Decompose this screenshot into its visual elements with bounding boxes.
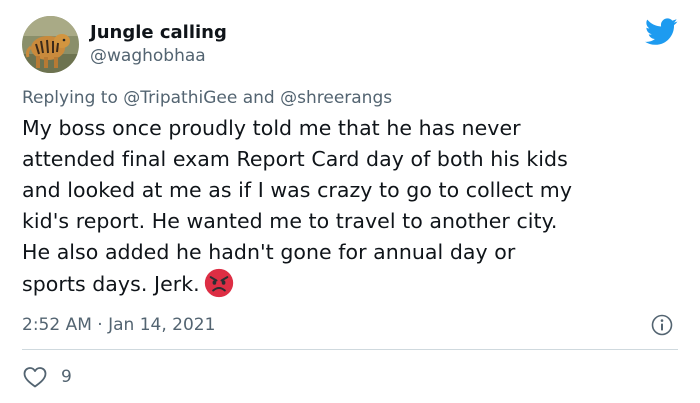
mention-link[interactable]: @shreerangs: [280, 88, 392, 108]
tweet-timestamp[interactable]: 2:52 AM · Jan 14, 2021: [22, 314, 215, 336]
info-icon[interactable]: [650, 313, 674, 337]
tweet-text-tail: sports days. Jerk.: [22, 272, 200, 296]
tweet-text-line-last: sports days. Jerk.: [22, 268, 682, 300]
tweet-text: My boss once proudly told me that he has…: [22, 113, 682, 300]
mention-link[interactable]: @TripathiGee: [123, 88, 237, 108]
display-name[interactable]: Jungle calling: [90, 22, 227, 44]
tweet-text-line: kid's report. He wanted me to travel to …: [22, 209, 558, 233]
avatar[interactable]: [22, 16, 79, 73]
twitter-bird-icon[interactable]: [645, 18, 678, 46]
like-action[interactable]: 9: [22, 364, 72, 390]
reply-conjunction: and: [242, 88, 275, 108]
reply-prefix: Replying to: [22, 88, 118, 108]
angry-face-emoji-icon: [204, 268, 233, 298]
replying-to: Replying to @TripathiGee and @shreerangs: [22, 87, 392, 109]
divider: [22, 349, 678, 350]
tweet-text-line: attended final exam Report Card day of b…: [22, 147, 568, 171]
like-count: 9: [61, 367, 72, 387]
tweet-time[interactable]: 2:52 AM: [22, 315, 92, 335]
tweet-text-line: He also added he hadn't gone for annual …: [22, 240, 516, 264]
tiger-avatar-icon: [22, 16, 79, 73]
tweet-card: Jungle calling @waghobhaa Replying to @T…: [0, 0, 700, 403]
meta-separator: ·: [97, 315, 103, 335]
tweet-date[interactable]: Jan 14, 2021: [108, 315, 215, 335]
tweet-text-line: My boss once proudly told me that he has…: [22, 116, 521, 140]
heart-icon[interactable]: [22, 365, 48, 389]
tweet-text-line: and looked at me as if I was crazy to go…: [22, 178, 573, 202]
user-handle[interactable]: @waghobhaa: [90, 45, 206, 67]
